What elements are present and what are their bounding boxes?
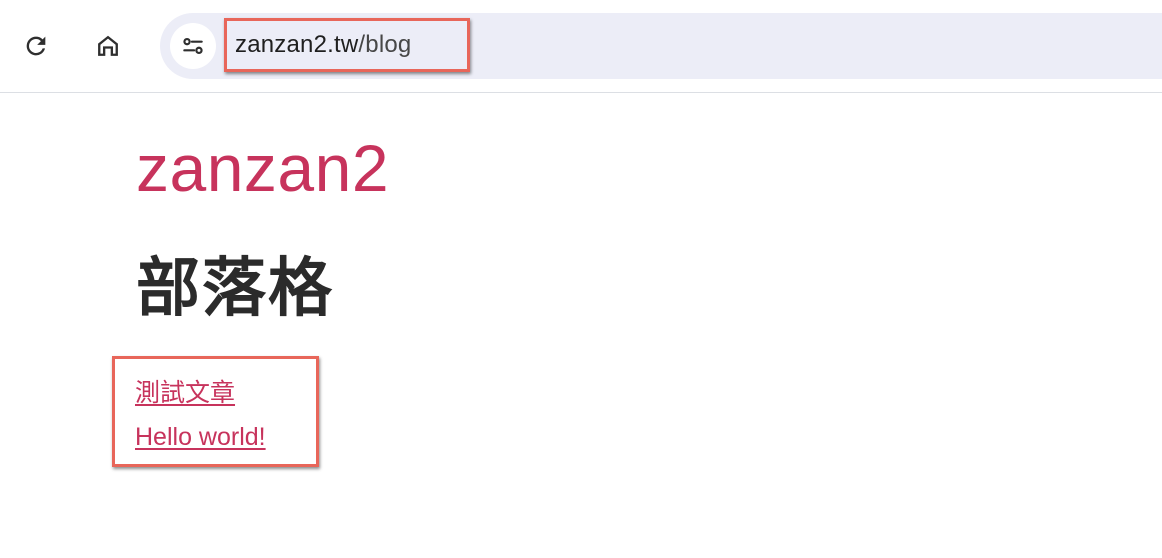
browser-toolbar: zanzan2.tw/blog [0,0,1162,93]
site-info-button[interactable] [170,23,216,69]
url-highlight-box[interactable]: zanzan2.tw/blog [224,18,470,72]
url-path: /blog [358,31,412,58]
tune-icon [183,37,203,55]
post-list-highlight-box: 測試文章 Hello world! [112,356,319,467]
site-title-link[interactable]: zanzan2 [136,131,389,205]
page-heading: 部落格 [136,252,334,326]
list-item: Hello world! [135,415,266,459]
home-button[interactable] [88,26,128,66]
url-host: zanzan2.tw [235,31,359,58]
home-icon [98,35,118,56]
reload-icon [26,36,46,56]
post-list: 測試文章 Hello world! [135,371,266,459]
reload-button[interactable] [16,26,56,66]
post-link-test-article[interactable]: 測試文章 [135,379,235,407]
list-item: 測試文章 [135,371,266,415]
url-text[interactable]: zanzan2.tw/blog [235,31,411,59]
post-link-hello-world[interactable]: Hello world! [135,423,266,451]
address-bar[interactable]: zanzan2.tw/blog [160,13,1162,79]
